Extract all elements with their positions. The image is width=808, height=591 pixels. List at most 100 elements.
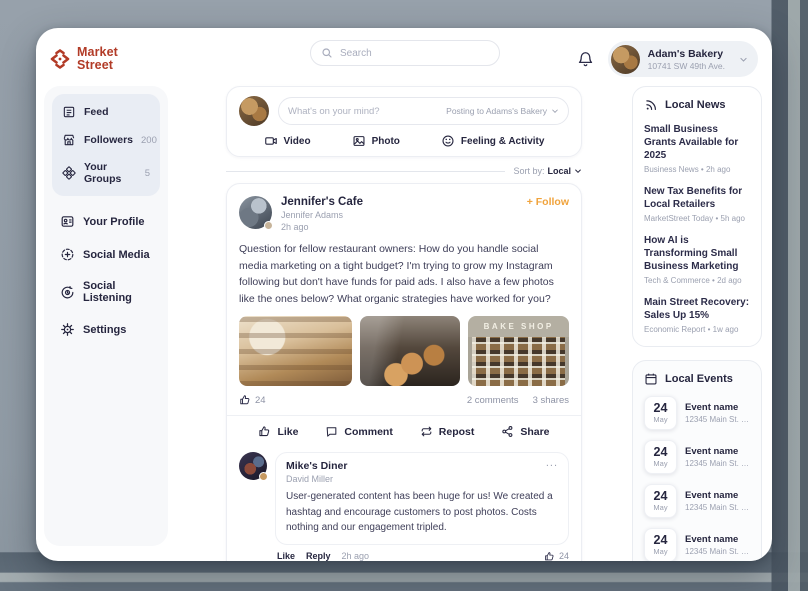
followers-count: 200 [141, 135, 157, 146]
bake-shop-sign: BAKE SHOP [468, 316, 569, 337]
avatar [611, 45, 640, 74]
like-count[interactable]: 24 [239, 394, 266, 406]
storefront-icon [62, 133, 76, 147]
news-item[interactable]: Main Street Recovery: Sales Up 15% Econo… [644, 296, 750, 334]
sidebar-item-social-media[interactable]: Social Media [52, 239, 160, 270]
social-media-icon [60, 247, 75, 262]
post-photo-bread-case[interactable] [360, 316, 461, 386]
groups-icon [62, 166, 76, 180]
photo-button[interactable]: Photo [352, 134, 400, 148]
feed-post: Jennifer's Cafe Jennifer Adams 2h ago + … [226, 183, 582, 561]
comments-count[interactable]: 2 comments [467, 395, 519, 406]
composer-field[interactable]: Posting to Adams's Bakery [278, 97, 569, 125]
share-button[interactable]: Share [501, 425, 549, 438]
thumbs-up-icon [544, 551, 555, 561]
follow-button[interactable]: + Follow [527, 196, 569, 208]
comment: Mike's Diner David Miller ... User-gener… [239, 452, 569, 561]
notifications-bell-icon[interactable] [577, 51, 594, 68]
post-body-text: Question for fellow restaurant owners: H… [239, 241, 569, 307]
comment-like-button[interactable]: Like [277, 551, 295, 561]
event-item[interactable]: 24May Event name 12345 Main St. Portland… [644, 484, 750, 518]
brand-logo[interactable]: Market Street [48, 46, 118, 72]
event-item[interactable]: 24May Event name 12345 Main St. Portland… [644, 396, 750, 430]
local-news-title: Local News [665, 99, 726, 111]
sidebar-item-your-profile[interactable]: Your Profile [52, 206, 160, 237]
event-item[interactable]: 24May Event name 12345 Main St. Portland… [644, 528, 750, 561]
right-rail: Local News Small Business Grants Availab… [632, 86, 762, 561]
post-author-name: Jennifer Adams [281, 210, 343, 220]
post-stats: 24 2 comments 3 shares [239, 394, 569, 406]
feeling-activity-button[interactable]: Feeling & Activity [441, 134, 545, 148]
comment-button[interactable]: Comment [325, 425, 392, 438]
avatar-badge [264, 221, 273, 230]
feed-icon [62, 105, 76, 119]
social-listening-icon [60, 285, 75, 300]
share-nodes-icon [501, 425, 514, 438]
rss-icon [644, 98, 658, 112]
event-item[interactable]: 24May Event name 12345 Main St. Portland… [644, 440, 750, 474]
sidebar-item-feed[interactable]: Feed [54, 98, 158, 126]
shares-count[interactable]: 3 shares [533, 395, 569, 406]
composer-input[interactable] [288, 106, 446, 117]
local-news-card: Local News Small Business Grants Availab… [632, 86, 762, 347]
comment-text: User-generated content has been huge for… [286, 489, 558, 536]
repost-arrows-icon [420, 425, 433, 438]
chevron-down-icon [739, 55, 748, 64]
repost-button[interactable]: Repost [420, 425, 475, 438]
post-photo-bakery-kitchen[interactable] [239, 316, 352, 386]
top-bar: Market Street Adam's Bak [36, 28, 772, 80]
event-date: 24May [644, 528, 677, 561]
comment-bubble-icon [325, 425, 338, 438]
sidebar-item-your-groups[interactable]: Your Groups 5 [54, 154, 158, 192]
posting-to-selector[interactable]: Posting to Adams's Bakery [446, 106, 559, 116]
account-address: 10741 SW 49th Ave. [648, 61, 725, 71]
comment-reply-button[interactable]: Reply [306, 551, 331, 561]
post-author-avatar[interactable] [239, 196, 272, 229]
comment-author-name: David Miller [286, 474, 347, 484]
account-switcher[interactable]: Adam's Bakery 10741 SW 49th Ave. [608, 41, 758, 77]
event-date: 24May [644, 396, 677, 430]
comment-like-count[interactable]: 24 [544, 551, 569, 561]
event-date: 24May [644, 484, 677, 518]
video-button[interactable]: Video [264, 134, 311, 148]
post-composer: Posting to Adams's Bakery Video [226, 86, 582, 157]
groups-count: 5 [145, 168, 150, 179]
search-icon [321, 47, 333, 59]
sidebar-item-social-listening[interactable]: Social Listening [52, 272, 160, 312]
search-input[interactable] [340, 48, 489, 59]
sidebar-item-settings[interactable]: Settings [52, 314, 160, 345]
comment-avatar[interactable] [239, 452, 267, 480]
comment-menu-icon[interactable]: ... [546, 460, 558, 467]
chevron-down-icon [551, 107, 559, 115]
app-window: Market Street Adam's Bak [36, 28, 772, 561]
news-item[interactable]: New Tax Benefits for Local Retailers Mar… [644, 185, 750, 223]
market-street-logo-icon [48, 47, 72, 71]
post-business-name[interactable]: Jennifer's Cafe [281, 196, 363, 208]
sort-control[interactable]: Sort by: Local [226, 166, 582, 176]
global-search[interactable] [310, 40, 500, 66]
smiley-icon [441, 134, 455, 148]
avatar-badge [259, 472, 268, 481]
like-button[interactable]: Like [258, 425, 298, 438]
gear-icon [60, 322, 75, 337]
composer-avatar [239, 96, 269, 126]
sidebar-nav: Feed Followers 200 Your Groups 5 [44, 86, 168, 546]
news-item[interactable]: Small Business Grants Available for 2025… [644, 123, 750, 174]
comment-business-name[interactable]: Mike's Diner [286, 460, 347, 472]
thumbs-up-icon [239, 394, 251, 406]
comment-timestamp: 2h ago [342, 551, 370, 561]
calendar-icon [644, 372, 658, 386]
divider [226, 171, 505, 172]
sidebar-feed-group: Feed Followers 200 Your Groups 5 [52, 94, 160, 196]
thumbs-up-icon [258, 425, 271, 438]
post-action-bar: Like Comment Repost Share [227, 415, 581, 440]
video-camera-icon [264, 134, 278, 148]
post-photo-bake-shop[interactable]: BAKE SHOP [468, 316, 569, 386]
feed-column: Posting to Adams's Bakery Video [226, 86, 582, 561]
news-item[interactable]: How AI is Transforming Small Business Ma… [644, 234, 750, 285]
chevron-down-icon [574, 167, 582, 175]
profile-card-icon [60, 214, 75, 229]
bread-shelves [468, 337, 569, 386]
brand-name: Market Street [77, 46, 118, 72]
sidebar-item-followers[interactable]: Followers 200 [54, 126, 158, 154]
